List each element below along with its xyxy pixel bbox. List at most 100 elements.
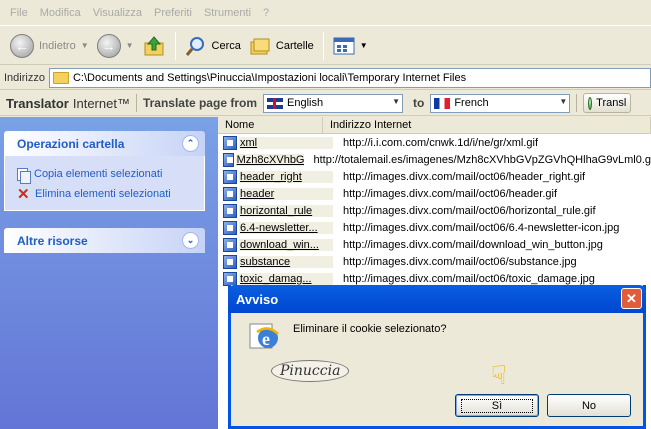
address-input[interactable]: C:\Documents and Settings\Pinuccia\Impos… bbox=[48, 67, 651, 88]
task-pane: Operazioni cartella ⌃ Copia elementi sel… bbox=[0, 117, 218, 429]
dialog-title: Avviso bbox=[236, 291, 279, 307]
file-name: Mzh8cXVhbGV... bbox=[235, 153, 304, 166]
file-name: header_right bbox=[239, 170, 333, 183]
folders-button[interactable]: Cartelle bbox=[245, 30, 318, 62]
views-icon bbox=[333, 37, 355, 54]
file-row[interactable]: xml http://i.i.com.com/cnwk.1d/i/ne/gr/xm… bbox=[218, 134, 651, 151]
up-folder-icon bbox=[144, 35, 164, 55]
translate-page-label: Translate page from bbox=[142, 96, 257, 110]
translate-button-label: Transl bbox=[596, 97, 627, 109]
close-icon[interactable]: ✕ bbox=[621, 288, 642, 309]
other-resources-panel: Altre risorse ⌄ bbox=[4, 228, 205, 253]
menu-help[interactable]: ? bbox=[257, 7, 275, 19]
expand-icon[interactable]: ⌄ bbox=[182, 232, 199, 249]
copy-selected-link[interactable]: Copia elementi selezionati bbox=[17, 164, 204, 184]
menu-bar: File Modifica Visualizza Preferiti Strum… bbox=[0, 0, 651, 26]
file-address: http://images.divx.com/mail/oct06/toxic_… bbox=[343, 272, 595, 285]
back-arrow-icon: ← bbox=[10, 33, 34, 58]
file-name: toxic_damag... bbox=[239, 272, 333, 285]
up-folder-button[interactable] bbox=[138, 30, 170, 62]
menu-visualizza[interactable]: Visualizza bbox=[87, 7, 148, 19]
file-row[interactable]: header http://images.divx.com/mail/oct06/… bbox=[218, 185, 651, 202]
file-address: http://images.divx.com/mail/oct06/horizo… bbox=[343, 204, 596, 217]
to-language-select[interactable]: French ▼ bbox=[430, 93, 571, 113]
translate-button[interactable]: Transl bbox=[583, 93, 632, 113]
file-row[interactable]: horizontal_rule http://images.divx.com/ma… bbox=[218, 202, 651, 219]
file-icon bbox=[223, 186, 237, 201]
internet-explorer-icon: e bbox=[249, 323, 279, 349]
delete-selected-link[interactable]: ✕ Elimina elementi selezionati bbox=[17, 184, 204, 204]
file-address: http://totalemail.es/imagenes/Mzh8cXVhbG… bbox=[313, 153, 651, 166]
forward-button[interactable]: → ▼ bbox=[93, 30, 138, 62]
folder-operations-header[interactable]: Operazioni cartella ⌃ bbox=[4, 131, 205, 156]
translator-separator bbox=[135, 94, 137, 112]
toolbar: ← Indietro ▼ → ▼ Cerca Cartelle ▼ bbox=[0, 27, 651, 65]
forward-dropdown-icon[interactable]: ▼ bbox=[126, 41, 134, 50]
file-name: 6.4-newsletter... bbox=[239, 221, 333, 234]
file-icon bbox=[223, 169, 237, 184]
dialog-titlebar[interactable]: Avviso ✕ bbox=[228, 285, 646, 313]
from-language-select[interactable]: English ▼ bbox=[263, 93, 403, 113]
translator-toolbar: Translator Internet™ Translate page from… bbox=[0, 91, 651, 116]
views-button[interactable]: ▼ bbox=[329, 30, 372, 62]
file-row[interactable]: header_right http://images.divx.com/mail/… bbox=[218, 168, 651, 185]
delete-x-icon: ✕ bbox=[17, 186, 30, 203]
search-label: Cerca bbox=[211, 39, 241, 52]
file-name: horizontal_rule bbox=[239, 204, 333, 217]
translator-separator bbox=[576, 94, 578, 112]
file-address: http://images.divx.com/mail/oct06/header… bbox=[343, 187, 557, 200]
globe-icon bbox=[588, 96, 593, 110]
file-icon bbox=[223, 254, 237, 269]
yes-button[interactable]: Sì bbox=[455, 394, 539, 417]
file-icon bbox=[223, 203, 237, 218]
yes-button-label: Sì bbox=[460, 398, 534, 413]
menu-strumenti[interactable]: Strumenti bbox=[198, 7, 257, 19]
file-address: http://images.divx.com/mail/download_win… bbox=[343, 238, 603, 251]
folder-operations-title: Operazioni cartella bbox=[17, 136, 125, 151]
delete-selected-label: Elimina elementi selezionati bbox=[35, 188, 171, 200]
svg-text:e: e bbox=[262, 329, 270, 349]
menu-preferiti[interactable]: Preferiti bbox=[148, 7, 198, 19]
to-label: to bbox=[413, 96, 425, 110]
file-name: header bbox=[239, 187, 333, 200]
file-icon bbox=[223, 135, 237, 150]
address-value: C:\Documents and Settings\Pinuccia\Impos… bbox=[72, 71, 467, 84]
menu-modifica[interactable]: Modifica bbox=[34, 7, 87, 19]
chevron-down-icon: ▼ bbox=[559, 96, 568, 106]
search-button[interactable]: Cerca bbox=[181, 30, 245, 62]
file-address: http://images.divx.com/mail/oct06/6.4-ne… bbox=[343, 221, 620, 234]
file-address: http://images.divx.com/mail/oct06/substa… bbox=[343, 255, 577, 268]
dialog-message: Eliminare il cookie selezionato? bbox=[293, 323, 447, 335]
confirm-dialog: Avviso ✕ e Eliminare il cookie seleziona… bbox=[228, 285, 646, 429]
file-icon bbox=[223, 237, 237, 252]
file-row[interactable]: download_win... http://images.divx.com/ma… bbox=[218, 236, 651, 253]
back-dropdown-icon[interactable]: ▼ bbox=[81, 41, 89, 50]
back-button[interactable]: ← Indietro ▼ bbox=[6, 30, 93, 62]
list-header: Nome Indirizzo Internet bbox=[218, 117, 651, 134]
file-icon bbox=[223, 152, 234, 167]
column-header-address[interactable]: Indirizzo Internet bbox=[323, 117, 651, 133]
back-label: Indietro bbox=[39, 39, 76, 52]
views-dropdown-icon[interactable]: ▼ bbox=[360, 41, 368, 50]
copy-selected-label: Copia elementi selezionati bbox=[34, 168, 163, 180]
no-button[interactable]: No bbox=[547, 394, 631, 417]
other-resources-title: Altre risorse bbox=[17, 233, 88, 248]
toolbar-separator bbox=[322, 31, 324, 60]
collapse-icon[interactable]: ⌃ bbox=[182, 135, 199, 152]
translator-brand-suffix: Internet™ bbox=[72, 95, 130, 111]
uk-flag-icon bbox=[267, 97, 283, 109]
folders-label: Cartelle bbox=[275, 39, 314, 52]
column-header-name[interactable]: Nome bbox=[218, 117, 323, 133]
file-row[interactable]: Mzh8cXVhbGV... http://totalemail.es/image… bbox=[218, 151, 651, 168]
file-row[interactable]: substance http://images.divx.com/mail/oct… bbox=[218, 253, 651, 270]
no-button-label: No bbox=[581, 399, 597, 412]
translator-brand: Translator bbox=[6, 95, 69, 111]
file-row[interactable]: 6.4-newsletter... http://images.divx.com/… bbox=[218, 219, 651, 236]
menu-file[interactable]: File bbox=[4, 7, 34, 19]
other-resources-header[interactable]: Altre risorse ⌄ bbox=[4, 228, 205, 253]
chevron-down-icon: ▼ bbox=[392, 96, 400, 106]
address-bar: Indirizzo C:\Documents and Settings\Pinu… bbox=[0, 66, 651, 90]
address-label: Indirizzo bbox=[4, 71, 45, 84]
file-name: substance bbox=[239, 255, 333, 268]
copy-icon bbox=[17, 167, 31, 184]
